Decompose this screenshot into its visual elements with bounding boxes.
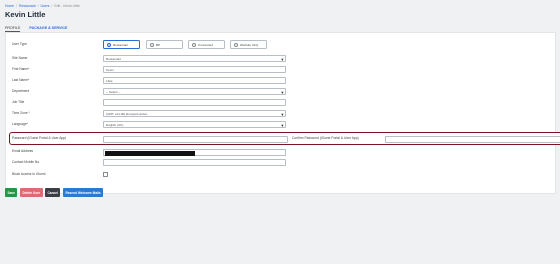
breadcrumb-restaurant[interactable]: Restaurant xyxy=(19,4,36,8)
radio-dot-icon xyxy=(233,43,238,48)
cancel-button[interactable]: Cancel xyxy=(45,188,61,197)
confirm-password-label: Confirm Password (iGuest Portal & User A… xyxy=(292,135,359,140)
action-buttons: Save Delete User Cancel Resend Welcome M… xyxy=(5,188,104,197)
breadcrumb-separator: / xyxy=(37,4,39,8)
user-type-option-label: Connected xyxy=(198,43,213,48)
user-type-connected-radio[interactable]: Connected xyxy=(188,40,225,49)
breadcrumb-home[interactable]: Home xyxy=(5,4,14,8)
time-zone-label: Time Zone * xyxy=(12,111,30,115)
radio-dot-icon xyxy=(149,43,154,48)
user-form: User Type Restaurant BP Connected Websit… xyxy=(5,32,560,194)
tab-profile[interactable]: PROFILE xyxy=(5,24,21,32)
confirm-password-field[interactable] xyxy=(385,136,560,143)
page: Home / Restaurant / Users / Edit - Kevin Littl… xyxy=(0,0,560,264)
breadcrumb-separator: / xyxy=(16,4,17,8)
site-name-select[interactable]: Restaurant xyxy=(103,55,286,63)
email-field[interactable] xyxy=(103,149,286,156)
job-title-label: Job Title xyxy=(12,100,25,104)
job-title-field[interactable] xyxy=(103,99,286,106)
breadcrumb-current: Edit - Kevin Little xyxy=(54,4,80,8)
save-button[interactable]: Save xyxy=(5,188,18,197)
password-row: Password (iGuest Portal & User App) Conf… xyxy=(9,132,560,145)
contact-mobile-label: Contact Mobile No. xyxy=(12,160,41,164)
last-name-field[interactable]: Little xyxy=(103,77,286,84)
radio-dot-icon xyxy=(106,43,111,48)
breadcrumb: Home / Restaurant / Users / Edit - Kevin Littl… xyxy=(5,4,80,8)
first-name-field[interactable]: Kevin xyxy=(103,66,286,73)
department-select[interactable]: -- Select -- xyxy=(103,88,286,96)
user-type-label: User Type xyxy=(12,42,27,46)
user-type-option-label: BP xyxy=(156,43,161,48)
time-zone-select[interactable]: (GMT +01:00) Europe/London xyxy=(103,110,286,118)
last-name-label: Last Name* xyxy=(12,78,30,82)
user-type-option-label: Restaurant xyxy=(113,43,129,48)
first-name-label: First Name* xyxy=(12,67,30,71)
tab-bar: PROFILE PACKAGE & SERVICE xyxy=(5,24,67,32)
site-name-label: Site Name xyxy=(12,56,28,60)
breadcrumb-users[interactable]: Users xyxy=(41,4,50,8)
resend-welcome-mails-button[interactable]: Resend Welcome Mails xyxy=(62,188,104,197)
page-title: Kevin Little xyxy=(5,10,46,19)
contact-mobile-field[interactable] xyxy=(103,159,286,166)
language-select[interactable]: English (UK) xyxy=(103,121,286,129)
block-access-label: Block Access to iGuest xyxy=(12,172,46,176)
redaction-bar xyxy=(105,151,195,156)
user-type-option-label: Website Only xyxy=(240,43,259,48)
user-type-website-only-radio[interactable]: Website Only xyxy=(230,40,267,49)
radio-dot-icon xyxy=(191,43,196,48)
block-access-checkbox[interactable] xyxy=(103,172,108,177)
user-type-bp-radio[interactable]: BP xyxy=(146,40,183,49)
breadcrumb-separator: / xyxy=(51,4,53,8)
user-type-restaurant-radio[interactable]: Restaurant xyxy=(103,40,140,49)
department-label: Department xyxy=(12,89,30,93)
delete-user-button[interactable]: Delete User xyxy=(19,188,43,197)
password-field[interactable] xyxy=(103,136,288,143)
tab-package-service[interactable]: PACKAGE & SERVICE xyxy=(29,24,67,32)
email-label: Email Address xyxy=(12,149,34,153)
password-label: Password (iGuest Portal & User App) xyxy=(12,135,67,140)
language-label: Language* xyxy=(12,122,28,126)
